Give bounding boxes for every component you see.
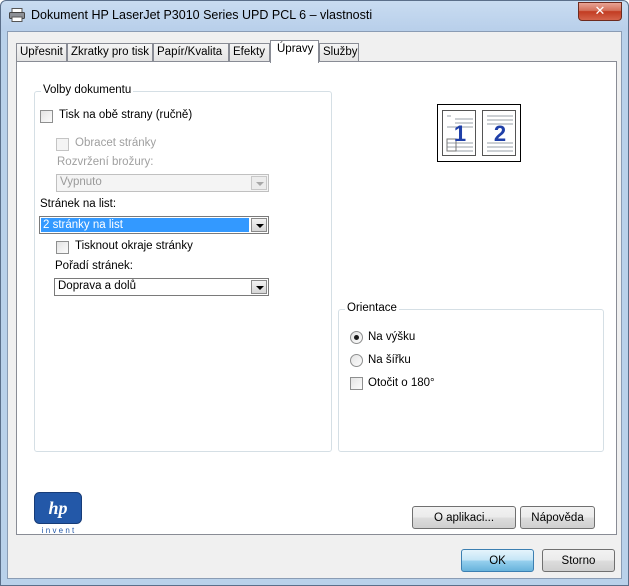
- flip-pages-label: Obracet stránky: [75, 137, 157, 149]
- pages-per-sheet-select[interactable]: 2 stránky na list: [39, 216, 269, 234]
- duplex-label: Tisk na obě strany (ručně): [59, 109, 193, 121]
- preview-page-2-number: 2: [493, 121, 507, 146]
- ok-button[interactable]: OK: [461, 549, 534, 572]
- cancel-button[interactable]: Storno: [542, 549, 615, 572]
- about-button[interactable]: O aplikaci...: [412, 506, 516, 529]
- pages-per-sheet-value: 2 stránky na list: [41, 218, 249, 232]
- page-order-value: Doprava a dolů: [58, 280, 136, 292]
- rotate-180-label: Otočit o 180°: [368, 377, 435, 389]
- duplex-checkbox[interactable]: [40, 110, 53, 123]
- tab-paper-quality[interactable]: Papír/Kvalita: [153, 43, 229, 62]
- booklet-layout-select[interactable]: Vypnuto: [56, 174, 269, 192]
- preview-page-2: 2: [482, 110, 516, 156]
- print-borders-label: Tisknout okraje stránky: [75, 240, 193, 252]
- tab-services[interactable]: Služby: [319, 43, 359, 62]
- tab-finishing[interactable]: Úpravy: [270, 40, 319, 63]
- help-button[interactable]: Nápověda: [520, 506, 595, 529]
- print-borders-checkbox[interactable]: [56, 241, 69, 254]
- landscape-label: Na šířku: [368, 354, 411, 366]
- chevron-down-icon: [251, 218, 267, 232]
- booklet-layout-label: Rozvržení brožury:: [57, 156, 154, 168]
- document-options-legend: Volby dokumentu: [41, 84, 134, 96]
- finishing-tab-panel: Volby dokumentu Tisk na obě strany (ručn…: [16, 61, 617, 535]
- hp-logo: hp i n v e n t: [34, 492, 82, 540]
- pages-per-sheet-label: Stránek na list:: [40, 198, 117, 210]
- flip-pages-checkbox[interactable]: [56, 138, 69, 151]
- document-options-group: Volby dokumentu Tisk na obě strany (ručn…: [34, 84, 332, 452]
- dialog-client-area: Upřesnit Zkratky pro tisk Papír/Kvalita …: [7, 31, 622, 579]
- page-order-select[interactable]: Doprava a dolů: [54, 278, 269, 296]
- title-bar[interactable]: Dokument HP LaserJet P3010 Series UPD PC…: [1, 1, 628, 31]
- portrait-radio[interactable]: [350, 331, 363, 344]
- chevron-down-icon: [251, 280, 267, 294]
- rotate-180-checkbox[interactable]: [350, 377, 363, 390]
- svg-text:hp: hp: [48, 498, 67, 518]
- preview-page-1: 1: [442, 110, 476, 156]
- chevron-down-icon: [251, 176, 267, 190]
- hp-tagline: i n v e n t: [41, 526, 75, 535]
- window-title: Dokument HP LaserJet P3010 Series UPD PC…: [31, 8, 373, 22]
- properties-window: Dokument HP LaserJet P3010 Series UPD PC…: [0, 0, 629, 586]
- close-button[interactable]: ✕: [578, 2, 622, 21]
- layout-preview: 1 2: [437, 104, 521, 162]
- portrait-label: Na výšku: [368, 331, 416, 343]
- booklet-layout-value: Vypnuto: [60, 176, 102, 188]
- preview-page-1-number: 1: [453, 121, 467, 146]
- orientation-group: Orientace Na výšku Na šířku Otočit o 180…: [338, 302, 604, 452]
- tab-advanced[interactable]: Upřesnit: [16, 43, 67, 62]
- landscape-radio[interactable]: [350, 354, 363, 367]
- printer-icon: [9, 8, 25, 22]
- page-order-label: Pořadí stránek:: [55, 260, 133, 272]
- tab-effects[interactable]: Efekty: [229, 43, 270, 62]
- hp-logo-icon: hp: [34, 492, 82, 524]
- tab-shortcuts[interactable]: Zkratky pro tisk: [67, 43, 153, 62]
- orientation-legend: Orientace: [345, 302, 399, 314]
